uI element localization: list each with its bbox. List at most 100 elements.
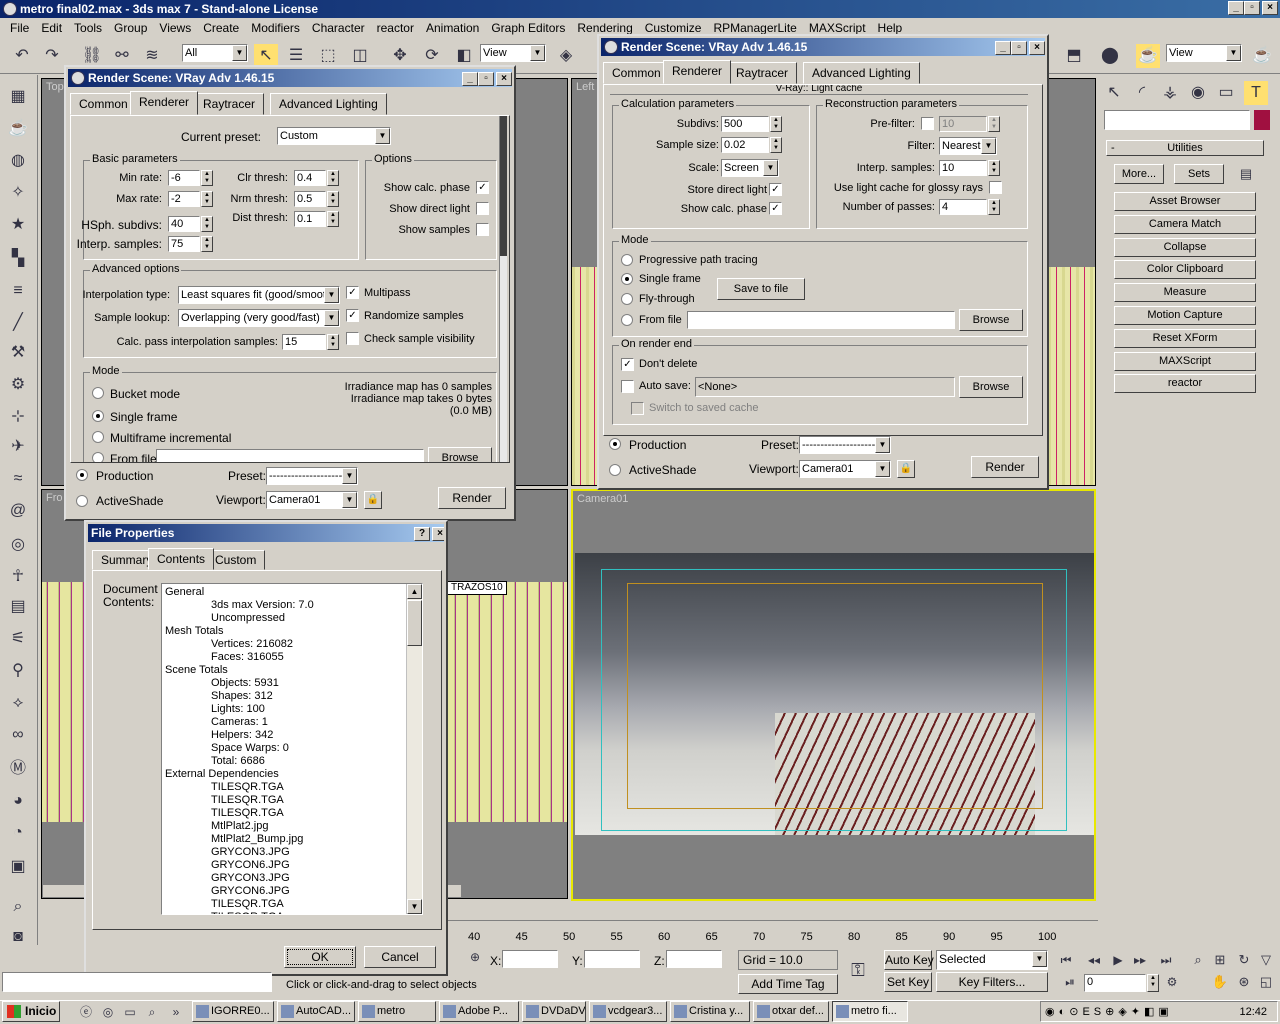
y-coord-field[interactable]: [584, 950, 640, 968]
bucket-mode-radio[interactable]: [92, 387, 104, 399]
tab-renderer[interactable]: Renderer: [663, 60, 732, 84]
clr-thresh-spinner[interactable]: 0.4 ▲ ▼: [294, 170, 339, 186]
render-button[interactable]: Render: [438, 487, 506, 509]
spinner-arrows-icon[interactable]: ▲ ▼: [201, 170, 213, 186]
utilities-panel-icon[interactable]: T: [1244, 81, 1268, 105]
show-samples-checkbox[interactable]: [476, 223, 489, 236]
spinner-arrows-icon[interactable]: ▲ ▼: [988, 160, 1000, 176]
interp-samples-spinner[interactable]: 10 ▲ ▼: [939, 160, 1000, 176]
spinner-arrows-icon[interactable]: ▲ ▼: [1147, 974, 1159, 992]
store-direct-checkbox[interactable]: ✓: [769, 183, 782, 196]
modify-panel-icon[interactable]: ◜: [1130, 81, 1154, 105]
single-frame-radio[interactable]: [92, 410, 104, 422]
quick-render-icon[interactable]: ☕: [1250, 44, 1274, 68]
sample-lookup-dropdown[interactable]: Overlapping (very good/fast) ▼: [178, 309, 340, 327]
cloth-icon[interactable]: ▤: [6, 595, 30, 619]
zoom-icon[interactable]: ⌕: [1186, 948, 1210, 972]
from-file-radio[interactable]: [621, 314, 633, 326]
scale-dropdown[interactable]: Screen ▼: [721, 159, 779, 177]
auto-save-path[interactable]: <None>: [695, 377, 955, 397]
x-coord-field[interactable]: [502, 950, 558, 968]
close-button[interactable]: ×: [1029, 41, 1045, 55]
randomize-checkbox[interactable]: ✓: [346, 309, 359, 322]
minimize-button[interactable]: _: [995, 41, 1011, 55]
chain-icon[interactable]: ∞: [6, 723, 30, 747]
hierarchy-panel-icon[interactable]: ⚶: [1158, 81, 1182, 105]
create-box-icon[interactable]: ▦: [6, 85, 30, 109]
tab-common[interactable]: Common: [70, 93, 137, 115]
interp-type-dropdown[interactable]: Least squares fit (good/smoot ▼: [178, 286, 340, 304]
scroll-thumb[interactable]: [500, 116, 507, 256]
spinner-arrows-icon[interactable]: ▲ ▼: [327, 170, 339, 186]
spinner-arrows-icon[interactable]: ▲ ▼: [988, 199, 1000, 215]
taskbar-item[interactable]: otxar def...: [753, 1001, 829, 1022]
tool-icon[interactable]: ⚒: [6, 341, 30, 365]
configure-sets-icon[interactable]: ▤: [1234, 162, 1258, 186]
arm-icon[interactable]: ⟡: [6, 691, 30, 715]
multiframe-radio[interactable]: [92, 431, 104, 443]
spinner-arrows-icon[interactable]: ▲ ▼: [988, 116, 1000, 132]
reference-coord-dropdown[interactable]: View ▼: [480, 44, 546, 62]
render1-scrollbar[interactable]: [499, 116, 507, 462]
render-type-dropdown[interactable]: View ▼: [1166, 44, 1242, 62]
wind-icon[interactable]: ◔: [6, 821, 30, 845]
prefilter-checkbox[interactable]: [921, 117, 934, 130]
interp-samples-spinner[interactable]: 75 ▲ ▼: [168, 236, 213, 252]
utilities-rollout-header[interactable]: - Utilities: [1106, 140, 1264, 156]
help-button[interactable]: ?: [414, 527, 430, 541]
fly-through-radio[interactable]: [621, 293, 633, 305]
start-button[interactable]: Inicio: [2, 1001, 60, 1022]
material-editor-icon[interactable]: ⬤: [1098, 44, 1122, 68]
menu-views[interactable]: Views: [153, 18, 197, 38]
motor-icon[interactable]: Ⓜ: [6, 757, 30, 781]
show-direct-checkbox[interactable]: [476, 202, 489, 215]
maximize-button[interactable]: ▫: [478, 72, 494, 86]
current-preset-dropdown[interactable]: Custom ▼: [277, 127, 391, 145]
object-color-swatch[interactable]: [1254, 110, 1270, 130]
teapot-icon[interactable]: ☕: [6, 117, 30, 141]
taskbar-item[interactable]: Adobe P...: [439, 1001, 519, 1022]
minimize-button[interactable]: _: [462, 72, 478, 86]
walk-icon[interactable]: ⚲: [6, 659, 30, 683]
next-frame-icon[interactable]: ▸▸: [1128, 948, 1152, 972]
search-icon[interactable]: ⌕: [6, 895, 30, 919]
pan-icon[interactable]: ✋: [1208, 970, 1232, 994]
light-cache-rollout[interactable]: V-Ray:: Light cache: [610, 85, 1028, 95]
lock-viewport-button[interactable]: 🔒: [897, 460, 915, 478]
utility-reactor[interactable]: reactor: [1114, 374, 1256, 394]
hinge-icon[interactable]: ⚟: [6, 627, 30, 651]
tab-advanced-lighting[interactable]: Advanced Lighting: [270, 93, 387, 115]
maximize-button[interactable]: ▫: [1011, 41, 1027, 55]
spinner-arrows-icon[interactable]: ▲ ▼: [327, 334, 339, 350]
quicklaunch-ie-icon[interactable]: ⓔ: [74, 1000, 98, 1024]
scroll-down-icon[interactable]: ▼: [407, 899, 422, 914]
spiral-icon[interactable]: @: [6, 499, 30, 523]
close-button[interactable]: ×: [496, 72, 512, 86]
motion-panel-icon[interactable]: ◉: [1186, 81, 1210, 105]
subdivs-spinner[interactable]: 500 ▲ ▼: [721, 116, 782, 132]
quicklaunch-search-icon[interactable]: ⌕: [140, 1000, 164, 1024]
utility-motion-capture[interactable]: Motion Capture: [1114, 306, 1256, 325]
lock-viewport-button[interactable]: 🔒: [364, 491, 382, 509]
spinner-arrows-icon[interactable]: ▲ ▼: [770, 116, 782, 132]
key-mode-icon[interactable]: ⚿: [846, 958, 870, 982]
fov-icon[interactable]: ▽: [1254, 948, 1278, 972]
scroll-thumb[interactable]: [407, 600, 422, 646]
minimize-button[interactable]: _: [1228, 1, 1244, 15]
quicklaunch-more-icon[interactable]: »: [164, 1000, 188, 1024]
spinner-arrows-icon[interactable]: ▲ ▼: [201, 236, 213, 252]
object-name-field[interactable]: [1104, 110, 1250, 130]
key-filters-button[interactable]: Key Filters...: [936, 972, 1048, 992]
progressive-radio[interactable]: [621, 254, 633, 266]
taskbar-item[interactable]: DVDaDV...: [522, 1001, 586, 1022]
calc-pass-spinner[interactable]: 15 ▲ ▼: [282, 334, 339, 350]
go-to-end-icon[interactable]: ⏭: [1154, 948, 1178, 972]
taskbar-item[interactable]: IGORRE0...: [192, 1001, 274, 1022]
quicklaunch-desktop-icon[interactable]: ▭: [118, 1000, 142, 1024]
orbit-icon[interactable]: ⊛: [1232, 970, 1256, 994]
check-visibility-checkbox[interactable]: [346, 332, 359, 345]
time-config-icon[interactable]: ⚙: [1160, 970, 1184, 994]
utility-maxscript[interactable]: MAXScript: [1114, 351, 1256, 371]
sphere-icon[interactable]: ◍: [6, 149, 30, 173]
from-file-browse-button[interactable]: Browse: [959, 309, 1023, 331]
